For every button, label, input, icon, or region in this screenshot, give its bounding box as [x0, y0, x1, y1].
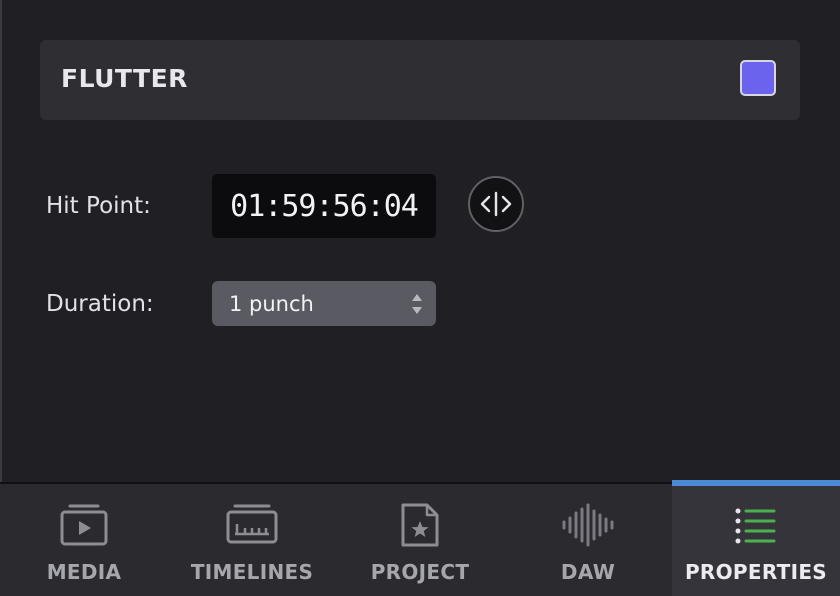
tab-daw[interactable]: DAW — [504, 484, 672, 596]
panel-left-border — [0, 0, 2, 482]
media-icon — [60, 504, 108, 546]
tab-project-label: PROJECT — [370, 560, 470, 584]
tab-daw-label: DAW — [560, 560, 616, 584]
tab-timelines[interactable]: TIMELINES — [168, 484, 336, 596]
clip-color-swatch[interactable] — [740, 60, 776, 96]
timelines-icon — [226, 504, 278, 544]
split-button[interactable] — [468, 176, 524, 232]
properties-icon — [735, 508, 776, 544]
tab-media[interactable]: MEDIA — [0, 484, 168, 596]
tab-media-label: MEDIA — [46, 560, 122, 584]
duration-value: 1 punch — [229, 292, 314, 316]
tab-properties[interactable]: PROPERTIES — [672, 480, 840, 596]
split-arrows-icon — [480, 191, 512, 217]
duration-label: Duration: — [46, 291, 154, 317]
tab-properties-label: PROPERTIES — [684, 560, 828, 584]
tab-timelines-label: TIMELINES — [190, 560, 314, 584]
tab-project[interactable]: PROJECT — [336, 484, 504, 596]
clip-header: FLUTTER — [40, 40, 800, 120]
bottom-tab-bar: MEDIA TIMELINES PROJECT DAW PROPERTIES — [0, 480, 840, 596]
clip-title: FLUTTER — [61, 64, 188, 93]
hit-point-timecode[interactable]: 01:59:56:04 — [212, 174, 436, 238]
stepper-arrows-icon — [412, 294, 422, 314]
daw-icon — [562, 503, 614, 547]
duration-select[interactable]: 1 punch — [212, 281, 436, 326]
project-icon — [401, 503, 439, 547]
hit-point-label: Hit Point: — [46, 193, 151, 219]
